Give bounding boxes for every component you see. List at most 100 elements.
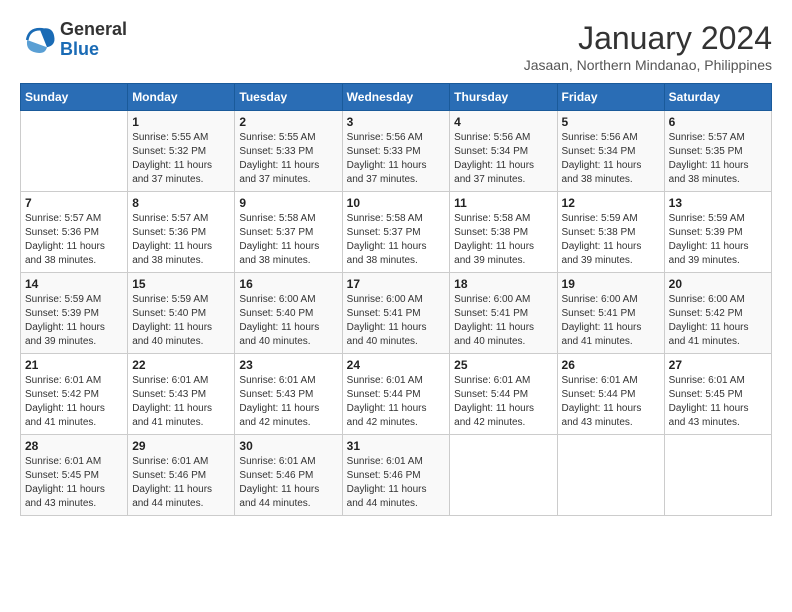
day-number: 30 [239,439,337,453]
calendar-cell: 1 Sunrise: 5:55 AMSunset: 5:32 PMDaylight… [128,111,235,192]
day-info: Sunrise: 6:01 AMSunset: 5:46 PMDaylight:… [239,455,337,511]
day-number: 14 [25,277,123,291]
day-info: Sunrise: 6:00 AMSunset: 5:41 PMDaylight:… [562,293,660,349]
calendar-cell: 30 Sunrise: 6:01 AMSunset: 5:46 PMDayligh… [235,435,342,516]
day-number: 26 [562,358,660,372]
calendar-cell: 23Sunrise: 6:01 AMSunset: 5:43 PMDayligh… [235,354,342,435]
logo: General Blue [20,20,127,60]
header-thursday: Thursday [450,84,557,111]
calendar-cell: 8 Sunrise: 5:57 AMSunset: 5:36 PMDaylight… [128,192,235,273]
day-info: Sunrise: 6:00 AMSunset: 5:41 PMDaylight:… [347,293,446,349]
day-info: Sunrise: 5:57 AMSunset: 5:36 PMDaylight:… [132,212,230,268]
calendar-cell: 22Sunrise: 6:01 AMSunset: 5:43 PMDayligh… [128,354,235,435]
day-number: 3 [347,115,446,129]
day-number: 6 [669,115,767,129]
calendar-cell: 24 Sunrise: 6:01 AMSunset: 5:44 PMDayligh… [342,354,450,435]
day-number: 18 [454,277,552,291]
calendar-cell: 20 Sunrise: 6:00 AMSunset: 5:42 PMDayligh… [664,273,771,354]
week-row-5: 28Sunrise: 6:01 AMSunset: 5:45 PMDayligh… [21,435,772,516]
calendar-cell: 15 Sunrise: 5:59 AMSunset: 5:40 PMDayligh… [128,273,235,354]
day-number: 21 [25,358,123,372]
calendar-cell: 4 Sunrise: 5:56 AMSunset: 5:34 PMDaylight… [450,111,557,192]
day-number: 29 [132,439,230,453]
day-info: Sunrise: 6:01 AMSunset: 5:42 PMDaylight:… [25,374,123,430]
day-info: Sunrise: 5:57 AMSunset: 5:36 PMDaylight:… [25,212,123,268]
day-number: 24 [347,358,446,372]
day-number: 22 [132,358,230,372]
day-info: Sunrise: 6:00 AMSunset: 5:42 PMDaylight:… [669,293,767,349]
calendar-cell [557,435,664,516]
day-number: 13 [669,196,767,210]
header-wednesday: Wednesday [342,84,450,111]
day-number: 23 [239,358,337,372]
day-info: Sunrise: 5:57 AMSunset: 5:35 PMDaylight:… [669,131,767,187]
calendar-cell: 18Sunrise: 6:00 AMSunset: 5:41 PMDayligh… [450,273,557,354]
logo-text: General Blue [60,20,127,60]
day-number: 27 [669,358,767,372]
calendar-cell: 13 Sunrise: 5:59 AMSunset: 5:39 PMDayligh… [664,192,771,273]
day-info: Sunrise: 5:59 AMSunset: 5:40 PMDaylight:… [132,293,230,349]
header-friday: Friday [557,84,664,111]
day-info: Sunrise: 5:59 AMSunset: 5:39 PMDaylight:… [669,212,767,268]
calendar-cell: 28Sunrise: 6:01 AMSunset: 5:45 PMDayligh… [21,435,128,516]
day-number: 8 [132,196,230,210]
calendar-cell: 7 Sunrise: 5:57 AMSunset: 5:36 PMDaylight… [21,192,128,273]
day-number: 17 [347,277,446,291]
day-info: Sunrise: 6:01 AMSunset: 5:45 PMDaylight:… [669,374,767,430]
day-info: Sunrise: 5:58 AMSunset: 5:37 PMDaylight:… [239,212,337,268]
calendar-cell: 25 Sunrise: 6:01 AMSunset: 5:44 PMDayligh… [450,354,557,435]
day-number: 7 [25,196,123,210]
calendar-cell: 31Sunrise: 6:01 AMSunset: 5:46 PMDayligh… [342,435,450,516]
calendar-cell: 16 Sunrise: 6:00 AMSunset: 5:40 PMDayligh… [235,273,342,354]
day-info: Sunrise: 5:55 AMSunset: 5:32 PMDaylight:… [132,131,230,187]
week-row-3: 14 Sunrise: 5:59 AMSunset: 5:39 PMDayligh… [21,273,772,354]
calendar-cell: 27 Sunrise: 6:01 AMSunset: 5:45 PMDayligh… [664,354,771,435]
location: Jasaan, Northern Mindanao, Philippines [524,57,772,73]
calendar-cell: 10Sunrise: 5:58 AMSunset: 5:37 PMDayligh… [342,192,450,273]
header-tuesday: Tuesday [235,84,342,111]
day-number: 25 [454,358,552,372]
day-info: Sunrise: 5:59 AMSunset: 5:39 PMDaylight:… [25,293,123,349]
calendar-cell: 3 Sunrise: 5:56 AMSunset: 5:33 PMDaylight… [342,111,450,192]
logo-icon [20,22,56,58]
day-info: Sunrise: 5:55 AMSunset: 5:33 PMDaylight:… [239,131,337,187]
calendar-cell: 17 Sunrise: 6:00 AMSunset: 5:41 PMDayligh… [342,273,450,354]
calendar-cell: 6 Sunrise: 5:57 AMSunset: 5:35 PMDaylight… [664,111,771,192]
month-title: January 2024 [524,20,772,57]
calendar-header: SundayMondayTuesdayWednesdayThursdayFrid… [21,84,772,111]
calendar-cell: 12Sunrise: 5:59 AMSunset: 5:38 PMDayligh… [557,192,664,273]
day-info: Sunrise: 5:58 AMSunset: 5:37 PMDaylight:… [347,212,446,268]
day-info: Sunrise: 6:01 AMSunset: 5:44 PMDaylight:… [454,374,552,430]
day-number: 9 [239,196,337,210]
day-info: Sunrise: 6:01 AMSunset: 5:44 PMDaylight:… [562,374,660,430]
day-number: 2 [239,115,337,129]
calendar-table: SundayMondayTuesdayWednesdayThursdayFrid… [20,83,772,516]
calendar-cell: 2 Sunrise: 5:55 AMSunset: 5:33 PMDaylight… [235,111,342,192]
day-info: Sunrise: 5:56 AMSunset: 5:34 PMDaylight:… [454,131,552,187]
day-number: 5 [562,115,660,129]
week-row-4: 21 Sunrise: 6:01 AMSunset: 5:42 PMDayligh… [21,354,772,435]
day-number: 16 [239,277,337,291]
header-monday: Monday [128,84,235,111]
day-number: 15 [132,277,230,291]
calendar-cell: 21 Sunrise: 6:01 AMSunset: 5:42 PMDayligh… [21,354,128,435]
day-info: Sunrise: 6:00 AMSunset: 5:40 PMDaylight:… [239,293,337,349]
header-saturday: Saturday [664,84,771,111]
day-info: Sunrise: 6:01 AMSunset: 5:44 PMDaylight:… [347,374,446,430]
calendar-cell [450,435,557,516]
day-info: Sunrise: 5:56 AMSunset: 5:34 PMDaylight:… [562,131,660,187]
calendar-cell: 14 Sunrise: 5:59 AMSunset: 5:39 PMDayligh… [21,273,128,354]
day-info: Sunrise: 6:01 AMSunset: 5:46 PMDaylight:… [347,455,446,511]
week-row-2: 7 Sunrise: 5:57 AMSunset: 5:36 PMDaylight… [21,192,772,273]
day-info: Sunrise: 6:01 AMSunset: 5:46 PMDaylight:… [132,455,230,511]
day-info: Sunrise: 5:58 AMSunset: 5:38 PMDaylight:… [454,212,552,268]
day-number: 20 [669,277,767,291]
day-info: Sunrise: 6:01 AMSunset: 5:45 PMDaylight:… [25,455,123,511]
day-number: 4 [454,115,552,129]
day-info: Sunrise: 5:59 AMSunset: 5:38 PMDaylight:… [562,212,660,268]
day-number: 1 [132,115,230,129]
day-info: Sunrise: 5:56 AMSunset: 5:33 PMDaylight:… [347,131,446,187]
day-number: 11 [454,196,552,210]
calendar-cell [664,435,771,516]
calendar-body: 1 Sunrise: 5:55 AMSunset: 5:32 PMDaylight… [21,111,772,516]
